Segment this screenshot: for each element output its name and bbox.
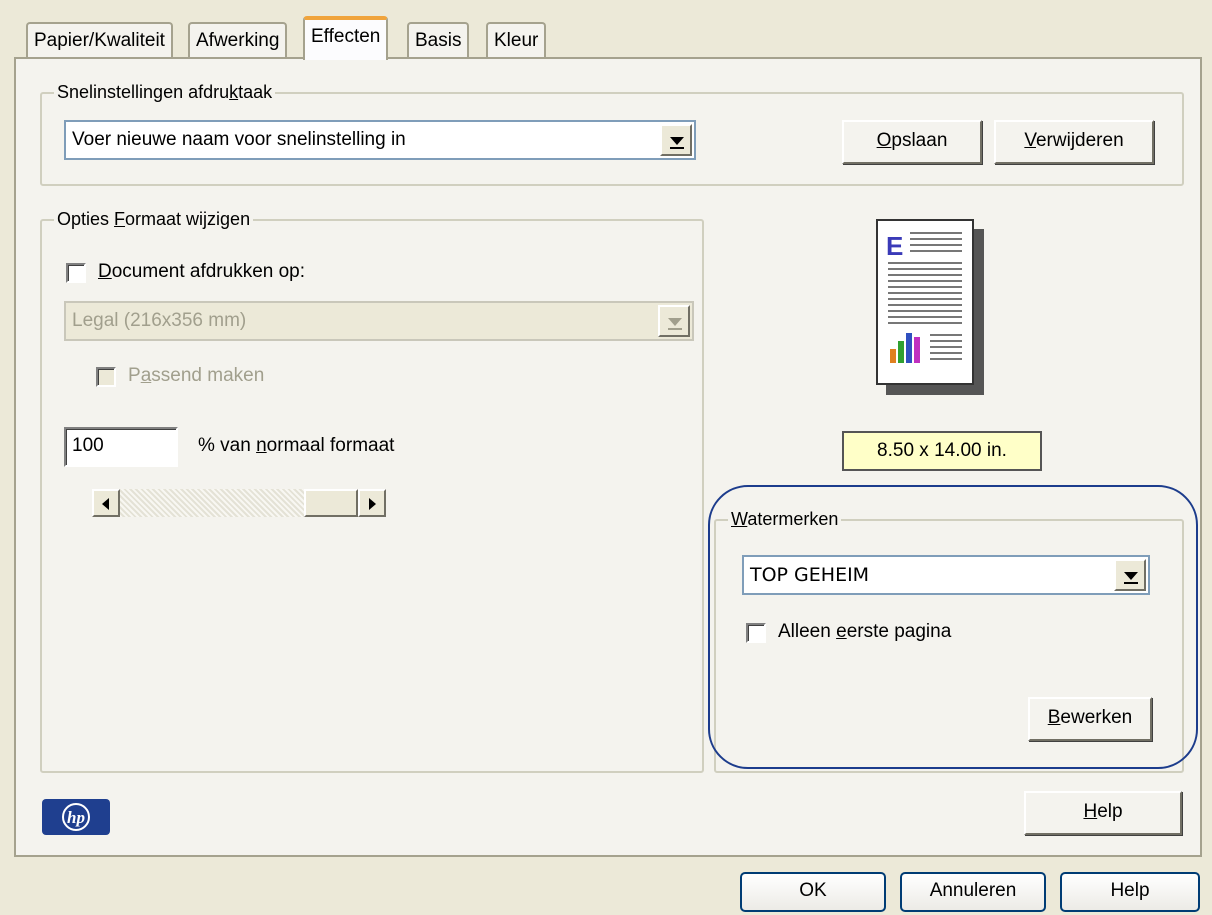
print-on-checkbox[interactable] <box>66 263 86 283</box>
svg-text:E: E <box>886 231 903 261</box>
scroll-right-arrow-icon[interactable] <box>358 489 386 517</box>
tab-afwerking[interactable]: Afwerking <box>188 22 288 58</box>
chevron-down-icon[interactable] <box>660 124 692 156</box>
edit-watermark-button[interactable]: Bewerken <box>1028 697 1152 741</box>
hp-logo-icon: hp <box>42 799 110 835</box>
slider-track[interactable] <box>120 489 304 517</box>
print-on-label: Document afdrukken op: <box>98 261 306 282</box>
delete-button[interactable]: Verwijderen <box>994 120 1154 164</box>
fit-label: Passend maken <box>128 365 265 386</box>
chevron-down-icon[interactable] <box>658 305 690 337</box>
save-button[interactable]: Opslaan <box>842 120 982 164</box>
tab-papier-kwaliteit[interactable]: Papier/Kwaliteit <box>26 22 173 58</box>
tab-basis[interactable]: Basis <box>407 22 470 58</box>
percent-label: % van normaal formaat <box>198 435 395 456</box>
resize-options-legend: Opties Formaat wijzigen <box>54 209 254 230</box>
svg-text:hp: hp <box>67 808 85 827</box>
quick-settings-value: Voer nieuwe naam voor snelinstelling in <box>72 129 406 150</box>
first-page-checkbox[interactable] <box>746 623 766 643</box>
first-page-label: Alleen eerste pagina <box>778 621 952 642</box>
tab-effecten[interactable]: Effecten <box>303 16 389 60</box>
watermarks-group: Watermerken TOP GEHEIM Alleen eerste pag… <box>714 509 1184 773</box>
paper-size-combo[interactable]: Legal (216x356 mm) <box>64 301 694 341</box>
scroll-left-arrow-icon[interactable] <box>92 489 120 517</box>
help-button[interactable]: Help <box>1060 872 1200 912</box>
fit-checkbox[interactable] <box>96 367 116 387</box>
quick-settings-group: Snelinstellingen afdruktaak Voer nieuwe … <box>40 82 1184 186</box>
document-preview-icon: E <box>876 219 984 395</box>
quick-settings-combo[interactable]: Voer nieuwe naam voor snelinstelling in <box>64 120 696 160</box>
resize-options-group: Opties Formaat wijzigen Document afdrukk… <box>40 209 704 773</box>
watermark-value: TOP GEHEIM <box>750 564 870 586</box>
help-button-inner[interactable]: Help <box>1024 791 1182 835</box>
cancel-button[interactable]: Annuleren <box>900 872 1046 912</box>
tab-kleur[interactable]: Kleur <box>486 22 547 58</box>
ok-button[interactable]: OK <box>740 872 886 912</box>
watermarks-legend: Watermerken <box>728 509 842 530</box>
percent-input[interactable]: 100 <box>64 427 178 467</box>
slider-thumb[interactable] <box>304 489 358 517</box>
tab-panel-effecten: Snelinstellingen afdruktaak Voer nieuwe … <box>14 57 1202 857</box>
scale-slider[interactable] <box>92 489 386 517</box>
paper-size-readout: 8.50 x 14.00 in. <box>842 431 1042 471</box>
quick-settings-legend: Snelinstellingen afdruktaak <box>54 82 276 103</box>
paper-size-value: Legal (216x356 mm) <box>72 310 247 331</box>
watermark-combo[interactable]: TOP GEHEIM <box>742 555 1150 595</box>
chevron-down-icon[interactable] <box>1114 559 1146 591</box>
